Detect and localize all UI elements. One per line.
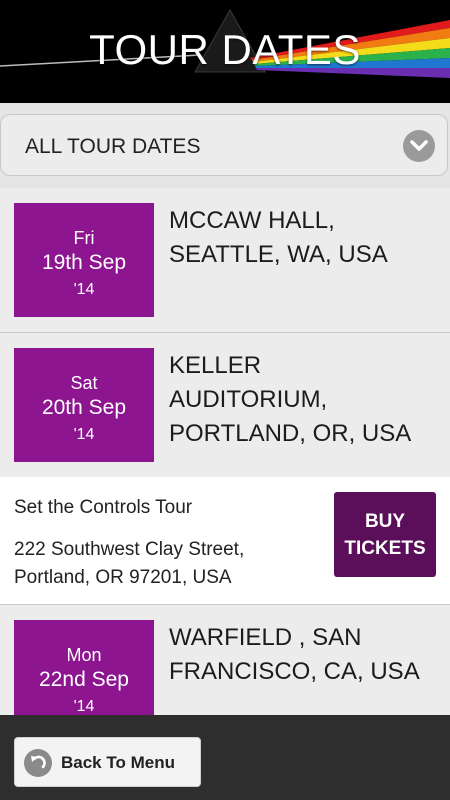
date-badge: Fri 19th Sep '14	[14, 203, 154, 317]
venue-name: KELLER AUDITORIUM, PORTLAND, OR, USA	[169, 352, 412, 447]
tour-date-list: Fri 19th Sep '14 MCCAW HALL, SEATTLE, WA…	[0, 188, 450, 715]
tour-name: Set the Controls Tour	[14, 497, 193, 518]
venue-name: MCCAW HALL, SEATTLE, WA, USA	[169, 207, 388, 268]
filter-bar: ALL TOUR DATES	[0, 103, 450, 188]
tour-date-item[interactable]: Mon 22nd Sep '14 WARFIELD , SAN FRANCISC…	[0, 605, 450, 715]
tour-date-filter-select[interactable]: ALL TOUR DATES	[0, 114, 448, 176]
back-arrow-icon	[24, 749, 52, 777]
chevron-down-icon[interactable]	[403, 130, 435, 162]
back-to-menu-button[interactable]: Back To Menu	[14, 737, 201, 787]
date-main: 20th Sep	[41, 396, 127, 419]
buy-label-line1: BUY	[364, 510, 406, 532]
date-day: Fri	[73, 228, 95, 248]
tour-date-item[interactable]: Fri 19th Sep '14 MCCAW HALL, SEATTLE, WA…	[0, 188, 450, 333]
tour-date-item[interactable]: Sat 20th Sep '14 KELLER AUDITORIUM, PORT…	[0, 333, 450, 478]
date-day: Sat	[70, 373, 98, 393]
app-header: TOUR DATES	[0, 0, 450, 103]
venue-name: WARFIELD , SAN FRANCISCO, CA, USA	[169, 624, 420, 685]
date-year: '14	[73, 281, 95, 298]
date-badge: Sat 20th Sep '14	[14, 348, 154, 462]
buy-tickets-button[interactable]: BUY TICKETS	[334, 492, 436, 577]
event-details: Set the Controls Tour 222 Southwest Clay…	[0, 477, 450, 605]
date-badge: Mon 22nd Sep '14	[14, 620, 154, 715]
buy-label-line2: TICKETS	[344, 537, 426, 559]
back-label: Back To Menu	[61, 753, 175, 772]
date-year: '14	[73, 698, 95, 715]
date-year: '14	[73, 426, 95, 443]
date-day: Mon	[66, 645, 102, 665]
footer-bar: Back To Menu	[0, 715, 450, 800]
date-main: 19th Sep	[41, 251, 127, 274]
page-title: TOUR DATES	[89, 26, 361, 73]
address-line-2: Portland, OR 97201, USA	[14, 567, 232, 588]
address-line-1: 222 Southwest Clay Street,	[14, 539, 245, 560]
filter-selected-value: ALL TOUR DATES	[25, 135, 201, 158]
date-main: 22nd Sep	[39, 668, 129, 691]
